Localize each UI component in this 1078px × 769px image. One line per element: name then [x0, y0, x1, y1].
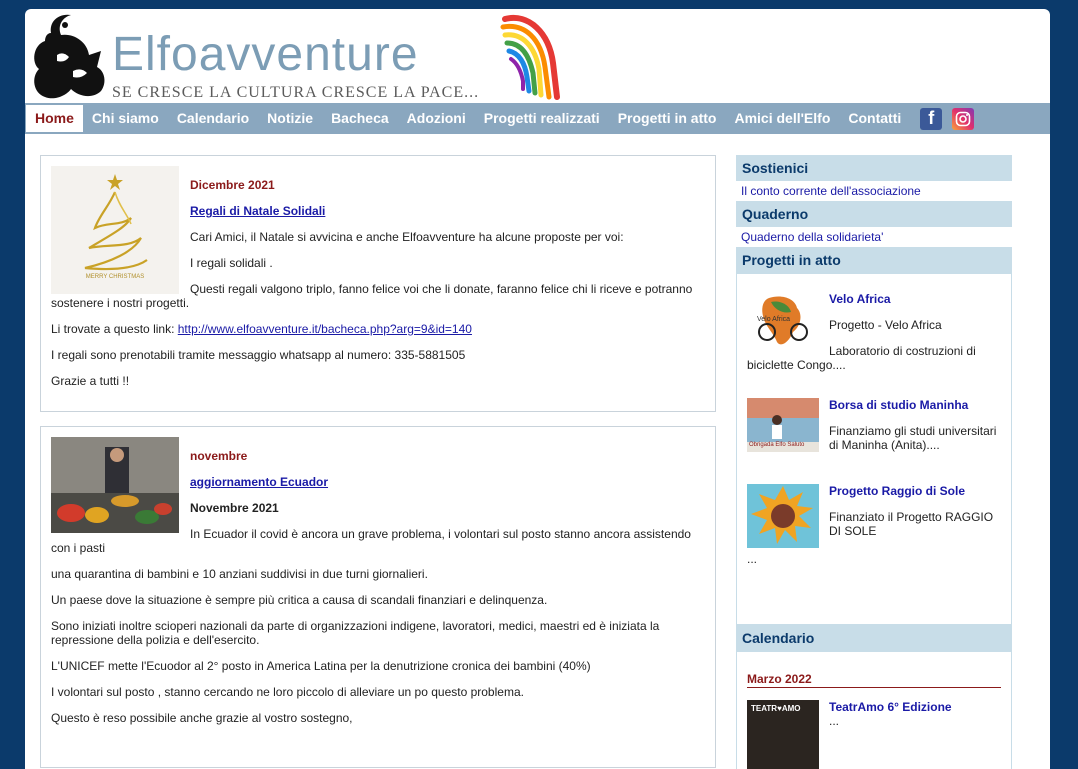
- sidebar-heading-calendario: Calendario: [736, 625, 1012, 651]
- link-prefix: Li trovate a questo link:: [51, 322, 178, 336]
- news-post: MERRY CHRISTMAS Dicembre 2021 Regali di …: [40, 155, 716, 412]
- post-paragraph: L'UNICEF mette l'Ecuodor al 2° posto in …: [51, 659, 591, 673]
- post-paragraph: una quarantina di bambini e 10 anziani s…: [51, 567, 428, 581]
- sun-icon: [751, 486, 813, 544]
- post-title-link[interactable]: Regali di Natale Solidali: [190, 204, 705, 218]
- thumb-text: TEATR♥AMO: [751, 704, 801, 713]
- thumb-caption: MERRY CHRISTMAS: [85, 274, 145, 280]
- nav-progetti-realizzati[interactable]: Progetti realizzati: [475, 105, 609, 132]
- site-title: Elfoavventure: [112, 28, 419, 81]
- event-title-link[interactable]: TeatrAmo 6° Edizione: [829, 700, 952, 714]
- project-desc: Progetto - Velo Africa: [829, 318, 942, 332]
- bacheca-link[interactable]: http://www.elfoavventure.it/bacheca.php?…: [178, 322, 472, 336]
- progetti-list: Velo Africa Velo Africa Progetto - Velo …: [736, 273, 1012, 625]
- site-tagline: SE CRESCE LA CULTURA CRESCE LA PACE...: [112, 84, 480, 101]
- post-paragraph: I regali sono prenotabili tramite messag…: [51, 348, 466, 362]
- post-image-christmas-tree[interactable]: MERRY CHRISTMAS: [51, 166, 179, 294]
- rainbow-image: [500, 14, 560, 100]
- project-desc: Finanziamo gli studi universitari: [829, 424, 997, 438]
- post-paragraph: repressione della polizia e dell'esercit…: [51, 633, 260, 647]
- post-title-link[interactable]: aggiornamento Ecuador: [190, 475, 705, 489]
- sidebar-heading-progetti: Progetti in atto: [736, 247, 1012, 273]
- post-date: novembre: [190, 449, 248, 463]
- page: Elfoavventure SE CRESCE LA CULTURA CRESC…: [25, 9, 1050, 769]
- main-nav: Home Chi siamo Calendario Notizie Bachec…: [25, 103, 1050, 134]
- post-paragraph: I volontari sul posto , stanno cercando …: [51, 685, 524, 699]
- post-paragraph: con i pasti: [51, 541, 106, 555]
- post-paragraph-link: Li trovate a questo link: http://www.elf…: [51, 322, 705, 336]
- project-title-link[interactable]: Velo Africa: [829, 292, 891, 306]
- project-title-link[interactable]: Progetto Raggio di Sole: [829, 484, 965, 498]
- post-image-ecuador[interactable]: [51, 437, 179, 533]
- nav-progetti-in-atto[interactable]: Progetti in atto: [609, 105, 726, 132]
- elf-logo[interactable]: [27, 11, 107, 101]
- project-desc: Finanziato il Progetto RAGGIO: [829, 510, 994, 524]
- nav-home[interactable]: Home: [26, 105, 83, 132]
- nav-notizie[interactable]: Notizie: [258, 105, 322, 132]
- maninha-thumb[interactable]: Obrigada Elfo Saluto: [747, 398, 819, 452]
- project-desc: di Maninha (Anita)....: [829, 438, 940, 452]
- post-paragraph: Cari Amici, il Natale si avvicina e anch…: [190, 230, 624, 244]
- ecuador-photo: [51, 437, 179, 533]
- calendario-box: Marzo 2022 TEATR♥AMO TeatrAmo 6° Edizion…: [736, 651, 1012, 769]
- post-paragraph: Sono iniziati inoltre scioperi nazionali…: [51, 619, 660, 633]
- sidebar-link-quaderno[interactable]: Quaderno della solidarieta': [736, 227, 1012, 247]
- sidebar-link-conto-corrente[interactable]: Il conto corrente dell'associazione: [736, 181, 1012, 201]
- nav-contatti[interactable]: Contatti: [839, 105, 910, 132]
- post-paragraph: I regali solidali .: [190, 256, 273, 270]
- post-paragraph: Un paese dove la situazione è sempre più…: [51, 593, 548, 607]
- news-post: novembre aggiornamento Ecuador Novembre …: [40, 426, 716, 768]
- facebook-icon[interactable]: f: [920, 107, 943, 130]
- raggio-di-sole-thumb[interactable]: [747, 484, 819, 548]
- post-paragraph: sostenere i nostri progetti.: [51, 296, 190, 310]
- teatramo-thumb[interactable]: TEATR♥AMO: [747, 700, 819, 769]
- project-desc: DI SOLE: [829, 524, 877, 538]
- velo-africa-thumb[interactable]: Velo Africa: [747, 292, 819, 350]
- sidebar: Sostienici Il conto corrente dell'associ…: [736, 155, 1012, 769]
- post-date: Dicembre 2021: [190, 178, 275, 192]
- post-subtitle: Novembre 2021: [190, 501, 279, 515]
- thumb-text: Velo Africa: [757, 316, 791, 323]
- post-paragraph: Questi regali valgono triplo, fanno feli…: [190, 282, 693, 296]
- instagram-glyph: [955, 111, 971, 126]
- nav-chi-siamo[interactable]: Chi siamo: [83, 105, 168, 132]
- project-desc: biciclette Congo....: [747, 358, 846, 372]
- project-desc: ...: [747, 552, 758, 566]
- post-paragraph: Grazie a tutti !!: [51, 374, 130, 388]
- post-paragraph: Questo è reso possibile anche grazie al …: [51, 711, 353, 725]
- sidebar-heading-quaderno: Quaderno: [736, 201, 1012, 227]
- project-desc: Laboratorio di costruzioni di: [829, 344, 976, 358]
- sidebar-heading-sostienici: Sostienici: [736, 155, 1012, 181]
- nav-bacheca[interactable]: Bacheca: [322, 105, 398, 132]
- calendar-month: Marzo 2022: [747, 672, 1001, 688]
- thumb-text: Obrigada Elfo Saluto: [749, 442, 805, 448]
- nav-adozioni[interactable]: Adozioni: [398, 105, 475, 132]
- nav-amici-elfo[interactable]: Amici dell'Elfo: [725, 105, 839, 132]
- nav-calendario[interactable]: Calendario: [168, 105, 258, 132]
- site-header: Elfoavventure SE CRESCE LA CULTURA CRESC…: [25, 9, 1050, 103]
- instagram-icon[interactable]: [952, 107, 975, 130]
- post-paragraph: In Ecuador il covid è ancora un grave pr…: [190, 527, 691, 541]
- event-desc: ...: [829, 714, 840, 728]
- project-title-link[interactable]: Borsa di studio Maninha: [829, 398, 968, 412]
